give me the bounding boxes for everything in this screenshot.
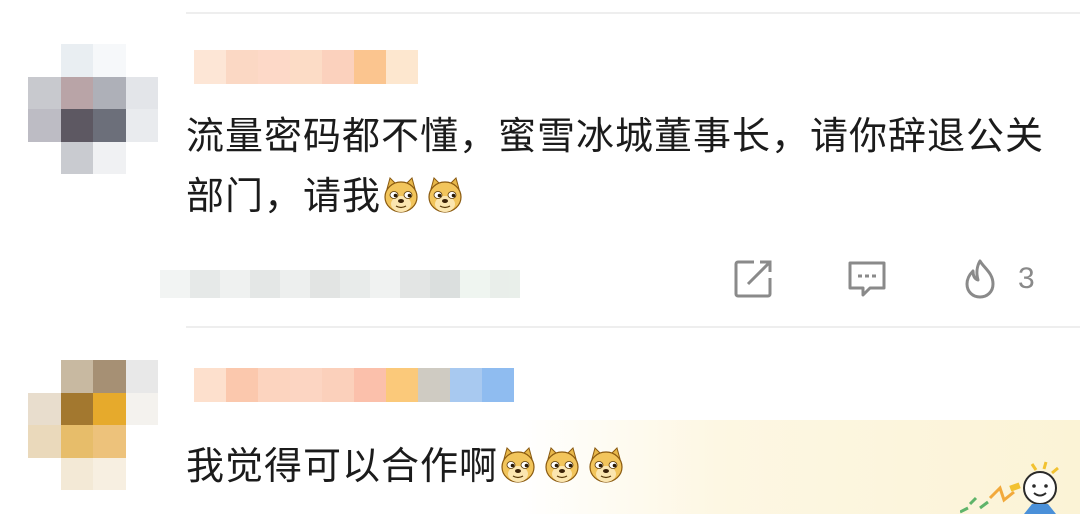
doge-icon <box>498 445 538 485</box>
like-count: 3 <box>1018 262 1035 295</box>
username-blurred[interactable] <box>194 368 514 402</box>
cheering-sticker-icon <box>960 461 1059 514</box>
divider <box>186 12 1080 14</box>
comment-icon <box>848 261 886 297</box>
doge-icon <box>381 175 421 215</box>
share-button[interactable] <box>732 258 774 300</box>
doge-icon <box>542 445 582 485</box>
timestamp-blurred <box>160 270 520 298</box>
username-blurred[interactable] <box>194 50 418 84</box>
reply-button[interactable] <box>846 258 888 300</box>
fire-like-icon <box>965 259 995 299</box>
comment-body: 我觉得可以合作啊 <box>186 444 499 488</box>
divider <box>186 326 1080 328</box>
comment-list: 流量密码都不懂，蜜雪冰城董事长，请你辞退公关部门，请我 3 我觉得可以合作啊 <box>0 0 1080 514</box>
like-button[interactable]: 3 <box>960 258 1035 300</box>
share-icon <box>734 260 772 298</box>
avatar[interactable] <box>28 44 158 174</box>
comment-text: 我觉得可以合作啊 <box>186 436 1046 496</box>
doge-icon <box>586 445 626 485</box>
comment-text: 流量密码都不懂，蜜雪冰城董事长，请你辞退公关部门，请我 <box>186 106 1046 226</box>
avatar[interactable] <box>28 360 158 490</box>
doge-icon <box>425 175 465 215</box>
comment-body: 流量密码都不懂，蜜雪冰城董事长，请你辞退公关部门，请我 <box>186 114 1045 218</box>
